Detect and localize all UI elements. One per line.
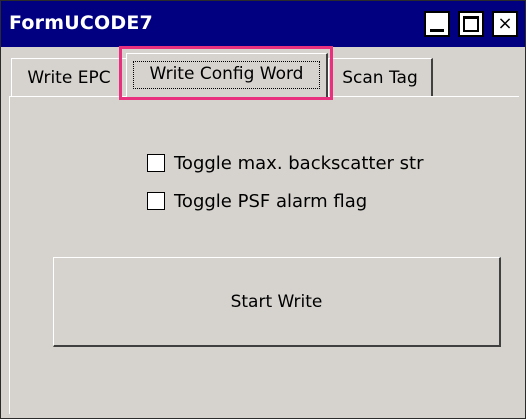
tab-label: Scan Tag	[342, 67, 418, 88]
tab-label: Write EPC	[27, 67, 111, 88]
maximize-icon	[463, 16, 479, 32]
checkbox-icon[interactable]	[147, 154, 165, 172]
minimize-button[interactable]	[424, 11, 450, 37]
close-button[interactable]: ×	[492, 11, 518, 37]
minimize-icon	[430, 29, 444, 32]
maximize-button[interactable]	[458, 11, 484, 37]
tab-label: Write Config Word	[149, 63, 304, 84]
checkbox-psf-alarm[interactable]: Toggle PSF alarm flag	[147, 189, 367, 213]
close-icon: ×	[497, 13, 513, 34]
checkbox-icon[interactable]	[147, 192, 165, 210]
checkbox-label: Toggle PSF alarm flag	[174, 190, 368, 212]
tab-write-config-word[interactable]: Write Config Word	[126, 53, 328, 97]
tab-panel	[9, 96, 519, 414]
title-bar[interactable]: FormUCODE7 ×	[1, 1, 525, 47]
checkbox-max-backscatter[interactable]: Toggle max. backscatter str	[147, 151, 424, 175]
window-title: FormUCODE7	[9, 12, 153, 34]
app-window: FormUCODE7 × Write EPC Scan Tag Write Co…	[0, 0, 526, 419]
tab-write-epc[interactable]: Write EPC	[11, 58, 128, 96]
start-write-button[interactable]: Start Write	[53, 257, 501, 347]
tab-scan-tag[interactable]: Scan Tag	[328, 58, 433, 96]
button-label: Start Write	[230, 291, 323, 312]
checkbox-label: Toggle max. backscatter str	[174, 152, 424, 174]
